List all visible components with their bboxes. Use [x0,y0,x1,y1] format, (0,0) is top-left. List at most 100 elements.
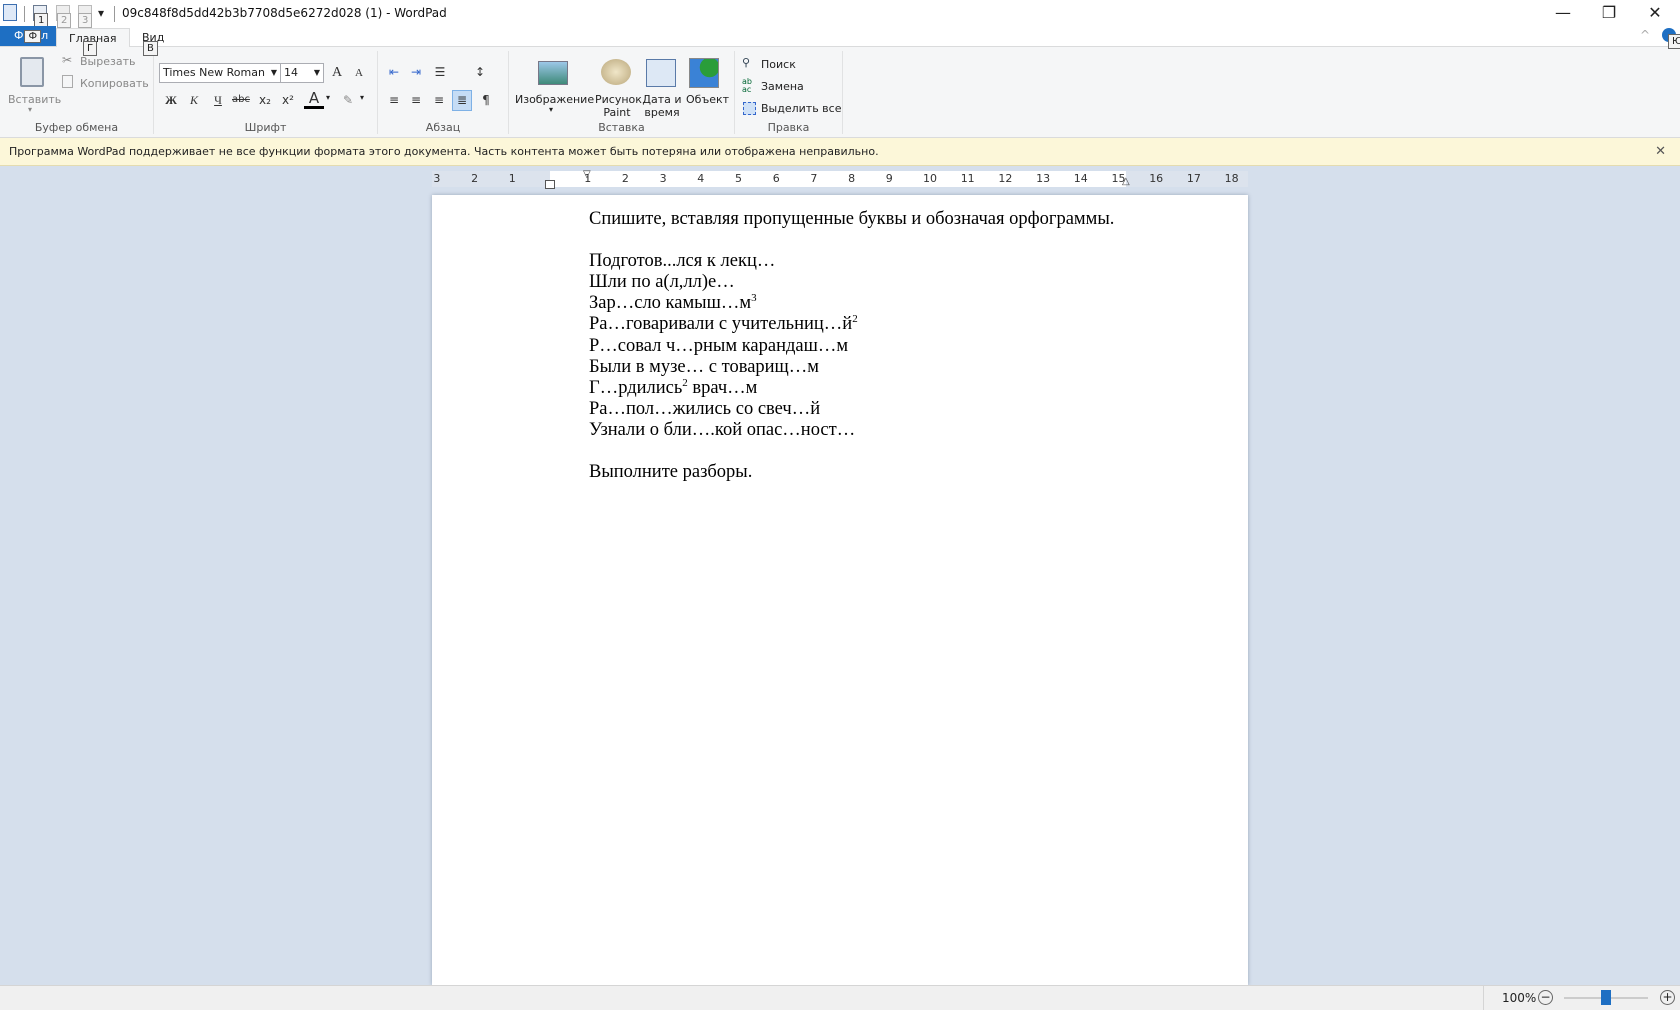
ruler-label: 10 [923,172,937,185]
image-dropdown-icon[interactable]: ▾ [549,105,553,114]
tab-file-label: Ф [14,29,24,42]
cut-button[interactable]: Вырезать [80,55,135,68]
highlight-dropdown-icon[interactable]: ▾ [360,93,364,102]
keytip-file: Ф [24,30,42,43]
font-color-button[interactable]: A [304,89,324,109]
ruler[interactable]: 3 2 1 1 2 3 4 5 6 7 8 9 10 11 12 13 14 15 16 17 18 ▽ △ [432,169,1248,189]
group-edit: ⚲ Поиск ab ac Замена Выделить все Правка [735,51,843,134]
ribbon-tabs [0,30,1680,47]
group-label: Правка [767,121,810,134]
keytip-help: Ю [1668,34,1680,49]
superscript-button[interactable]: x² [278,91,298,109]
align-center-icon[interactable]: ≡ [406,91,426,109]
ruler-label: 2 [471,172,479,185]
select-all-button[interactable]: Выделить все [761,102,841,115]
restore-button[interactable]: ❐ [1586,0,1632,30]
line-1: Подготов...лся к лекц… [589,251,776,272]
group-paragraph: ⇤ ⇥ ☰ ↕ ≡ ≡ ≡ ≣ ¶ Абзац [378,51,509,134]
find-button[interactable]: Поиск [761,58,796,71]
right-indent-marker[interactable]: △ [1122,176,1130,187]
group-label: Шрифт [244,121,287,134]
strikethrough-button[interactable]: abc [231,91,251,109]
bold-button[interactable]: Ж [161,91,181,109]
font-size-select[interactable]: 14 ▼ [280,63,324,83]
copy-icon [62,75,73,88]
ruler-label: 18 [1224,172,1239,185]
left-indent-marker[interactable] [545,180,555,189]
group-label: Буфер обмена [34,121,119,134]
grow-font-icon[interactable]: A [327,64,347,82]
insert-image-button[interactable]: Изображение [515,93,594,106]
group-insert: Изображение ▾ Рисунок Paint Дата и время… [509,51,735,134]
ruler-label: 16 [1149,172,1164,185]
align-left-icon[interactable]: ≡ [384,91,404,109]
increase-indent-icon[interactable]: ⇥ [406,63,426,81]
ribbon: Вставить ▾ ✂ Вырезать Копировать Буфер о… [0,47,1680,138]
document-page[interactable]: Спишите, вставляя пропущенные буквы и об… [432,195,1248,985]
close-button[interactable]: ✕ [1632,0,1678,30]
line-4: Ра…говаривали с учительниц…й2 [589,314,1114,335]
line-6: Были в музе… с товарищ…м [589,356,820,377]
subscript-button[interactable]: x₂ [255,91,275,109]
ruler-label: 3 [659,172,667,185]
status-bar: 100% − + [0,985,1680,1010]
separator [24,6,25,22]
insert-paint-button[interactable]: Рисунок Paint [595,93,642,119]
font-size-value: 14 [284,66,298,79]
paste-dropdown-icon[interactable]: ▾ [28,105,32,114]
line-3: Зар…сло камыш…м3 [589,293,1114,314]
tab-file[interactable]: ФФл [0,26,56,46]
group-label: Вставка [598,121,645,134]
highlight-icon[interactable]: ✎ [338,91,358,109]
wordpad-app-icon[interactable] [3,4,17,21]
decrease-indent-icon[interactable]: ⇤ [384,63,404,81]
font-color-dropdown-icon[interactable]: ▾ [326,93,330,102]
line-2: Шли по а(л,лл)е… [589,272,735,293]
replace-button[interactable]: Замена [761,80,804,93]
info-bar: Программа WordPad поддерживает не все фу… [0,138,1680,166]
zoom-in-button[interactable]: + [1660,990,1675,1005]
customize-quick-access-icon[interactable]: ▾ [98,6,104,20]
line-4-text: Ра…говаривали с учительниц…й [589,314,853,335]
paragraph-icon[interactable]: ¶ [476,91,496,109]
align-right-icon[interactable]: ≡ [429,91,449,109]
group-label: Абзац [425,121,461,134]
zoom-level: 100% [1502,991,1537,1005]
line-4-sup: 2 [852,313,858,326]
zoom-slider-thumb[interactable] [1601,990,1611,1005]
paste-icon [20,57,44,87]
ruler-label: 2 [621,172,629,185]
insert-datetime-button[interactable]: Дата и время [641,93,683,119]
select-all-icon [743,102,756,115]
cut-icon: ✂ [62,53,73,67]
document-text[interactable]: Спишите, вставляя пропущенные буквы и об… [589,209,1114,483]
separator [114,6,115,22]
instruction-line: Спишите, вставляя пропущенные буквы и об… [589,209,1115,229]
datetime-icon [646,59,676,87]
ruler-label: 7 [810,172,818,185]
collapse-ribbon-icon[interactable]: ^ [1640,28,1650,42]
zoom-out-button[interactable]: − [1538,990,1553,1005]
shrink-font-icon[interactable]: A [349,64,369,82]
justify-icon[interactable]: ≣ [452,90,472,111]
italic-button[interactable]: К [184,91,204,109]
ruler-label: 12 [998,172,1013,185]
ruler-label: 1 [508,172,516,185]
first-line-indent-marker[interactable]: ▽ [583,169,591,180]
font-family-select[interactable]: Times New Roman ▼ [159,63,281,83]
bullets-icon[interactable]: ☰ [430,63,450,81]
paste-button[interactable]: Вставить [8,93,61,106]
info-bar-close-button[interactable]: ✕ [1655,138,1666,166]
copy-button[interactable]: Копировать [80,77,149,90]
group-font: Times New Roman ▼ 14 ▼ A A Ж К Ч abc x₂ x²… [154,51,378,134]
minimize-button[interactable]: — [1540,0,1586,30]
line-7-text: Г…рдились [589,377,683,398]
info-bar-message: Программа WordPad поддерживает не все фу… [9,145,879,158]
insert-object-button[interactable]: Объект [686,93,729,106]
line-5: Р…совал ч…рным карандаш…м [589,335,849,356]
line-7: Г…рдились2 врач…м [589,377,1114,399]
ruler-label: 4 [697,172,705,185]
line-spacing-icon[interactable]: ↕ [470,63,490,81]
underline-button[interactable]: Ч [208,91,228,109]
replace-icon: ab ac [742,77,752,94]
